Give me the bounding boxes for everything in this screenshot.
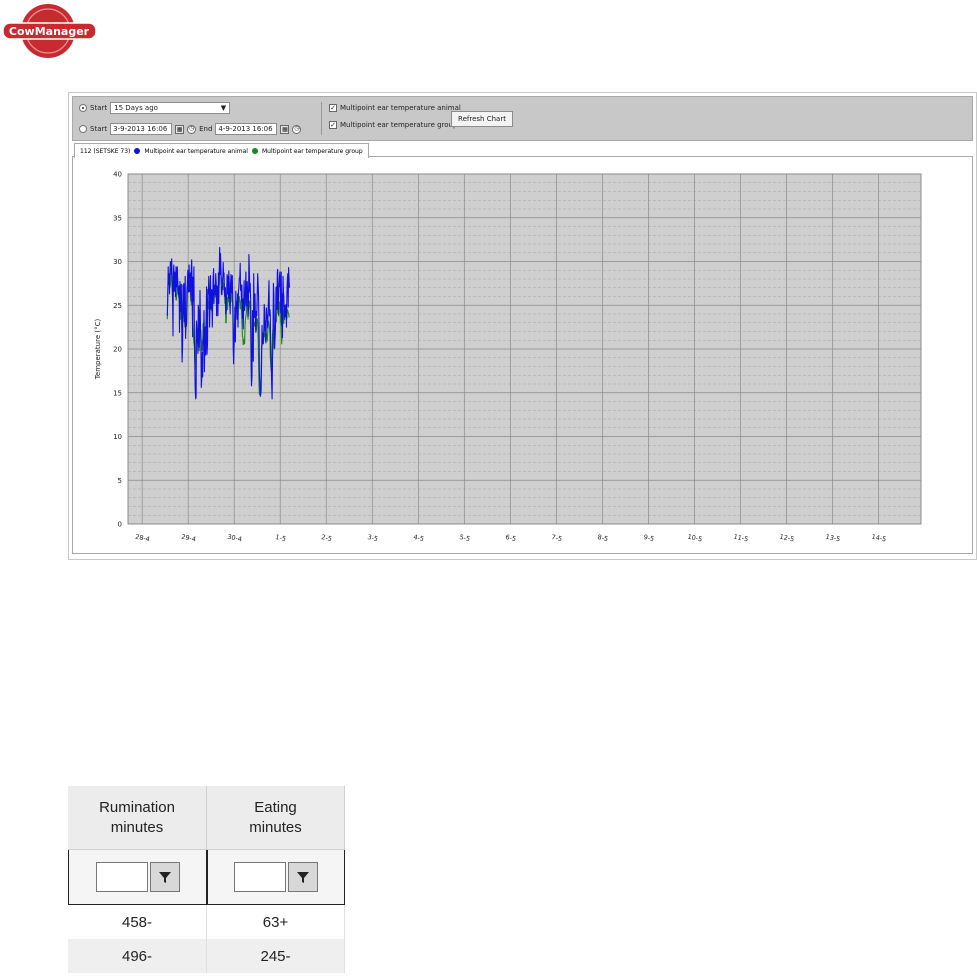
chart-toolbar: Start 15 Days ago ▼ Start 3-9-2013 16:06…: [72, 96, 973, 141]
x-tick-label: 3-5: [367, 533, 379, 543]
cell-rumination: 458-: [68, 905, 207, 939]
filter-cell-rumination: [68, 850, 207, 905]
end-date-value: 4-9-2013 16:06: [218, 125, 273, 133]
checkbox-animal-label: Multipoint ear temperature animal: [340, 104, 461, 112]
radio-custom-start-label: Start: [90, 125, 108, 133]
x-tick-label: 1-5: [275, 533, 287, 543]
cell-eating: 245-: [207, 939, 345, 973]
table-row[interactable]: 496- 245-: [68, 939, 345, 973]
radio-preset-start[interactable]: [79, 104, 87, 112]
x-tick-label: 2-5: [321, 533, 333, 543]
y-tick-label: 40: [113, 171, 122, 179]
x-tick-label: 4-5: [413, 533, 425, 543]
x-tick-label: 14-5: [871, 533, 887, 544]
y-tick-label: 10: [113, 433, 122, 441]
clock-icon[interactable]: ◷: [292, 124, 302, 134]
y-axis-label: Temperature (°C): [94, 319, 102, 381]
x-tick-label: 10-5: [687, 533, 703, 544]
x-tick-label: 6-5: [505, 533, 517, 543]
legend-animal-dot: [134, 148, 141, 154]
chart-panel: Start 15 Days ago ▼ Start 3-9-2013 16:06…: [68, 92, 977, 560]
header-rumination-line1: Rumination: [99, 798, 175, 816]
cell-rumination: 496-: [68, 939, 207, 973]
table-header-row: Rumination minutes Eating minutes: [68, 786, 345, 850]
temperature-chart: 0 5 10 15 20 25 30 35 40 28-4 29-4 30-4 1-5 2-5 3-5 4-5…: [94, 171, 922, 544]
start-date-field[interactable]: 3-9-2013 16:06: [110, 123, 173, 135]
legend-group-dot: [251, 148, 258, 154]
x-tick-label: 12-5: [779, 533, 795, 544]
filter-button-rumination[interactable]: [149, 862, 180, 892]
checkbox-animal[interactable]: ✓: [329, 104, 337, 112]
radio-preset-start-label: Start: [90, 104, 108, 112]
header-rumination[interactable]: Rumination minutes: [68, 786, 207, 850]
legend-group-label: Multipoint ear temperature group: [261, 147, 363, 155]
legend-animal-label: Multipoint ear temperature animal: [144, 147, 248, 155]
y-tick-label: 20: [113, 346, 122, 354]
cowmanager-logo: CowManager: [0, 0, 100, 66]
rumination-eating-table: Rumination minutes Eating minutes 458- 63+…: [68, 786, 345, 977]
y-tick-label: 0: [118, 521, 122, 529]
header-rumination-line2: minutes: [110, 818, 164, 836]
filter-cell-eating: [207, 850, 345, 905]
table-row[interactable]: 458- 63+: [68, 905, 345, 939]
x-tick-label: 28-4: [135, 533, 151, 544]
x-tick-label: 7-5: [551, 533, 563, 543]
table-filter-row: [68, 850, 345, 905]
y-tick-label: 30: [113, 258, 122, 266]
clock-icon[interactable]: ◷: [187, 124, 197, 134]
cell-eating: 63+: [207, 905, 345, 939]
checkbox-group-label: Multipoint ear temperature group: [340, 121, 458, 129]
refresh-chart-button[interactable]: Refresh Chart: [451, 111, 513, 127]
preset-range-select[interactable]: 15 Days ago ▼: [110, 102, 231, 114]
x-tick-label: 11-5: [733, 533, 749, 544]
calendar-icon[interactable]: ▦: [175, 124, 185, 134]
chart-animal-title: 112 (SETSKE 73): [80, 147, 131, 155]
y-tick-label: 15: [113, 389, 122, 397]
preset-range-value: 15 Days ago: [114, 104, 158, 112]
filter-icon: [297, 872, 309, 883]
y-tick-label: 25: [113, 302, 122, 310]
toolbar-divider: [321, 102, 322, 135]
y-tick-label: 35: [113, 214, 122, 222]
chart-area: 0 5 10 15 20 25 30 35 40 28-4 29-4 30-4 1-5 2-5 3-5 4-5…: [72, 156, 973, 554]
chevron-down-icon: ▼: [220, 104, 227, 112]
x-tick-label: 30-4: [227, 533, 243, 544]
chart-legend-tab: 112 (SETSKE 73) Multipoint ear temperatu…: [74, 143, 369, 158]
header-eating-line1: Eating: [254, 798, 297, 816]
y-tick-label: 5: [118, 477, 122, 485]
filter-input-eating[interactable]: [234, 862, 286, 892]
start-date-value: 3-9-2013 16:06: [113, 125, 168, 133]
radio-custom-start[interactable]: [79, 125, 87, 133]
logo-text: CowManager: [9, 25, 90, 38]
x-tick-label: 8-5: [597, 533, 609, 543]
x-tick-label: 13-5: [825, 533, 841, 544]
header-eating[interactable]: Eating minutes: [207, 786, 345, 850]
filter-icon: [158, 872, 171, 883]
calendar-icon[interactable]: ▦: [280, 124, 290, 134]
x-tick-label: 9-5: [643, 533, 655, 543]
end-label: End: [199, 125, 213, 133]
x-tick-label: 29-4: [181, 533, 197, 544]
filter-button-eating[interactable]: [288, 862, 318, 892]
header-eating-line2: minutes: [249, 818, 302, 836]
filter-input-rumination[interactable]: [95, 862, 148, 892]
x-tick-label: 5-5: [459, 533, 471, 543]
end-date-field[interactable]: 4-9-2013 16:06: [215, 123, 278, 135]
checkbox-group[interactable]: ✓: [329, 121, 337, 129]
